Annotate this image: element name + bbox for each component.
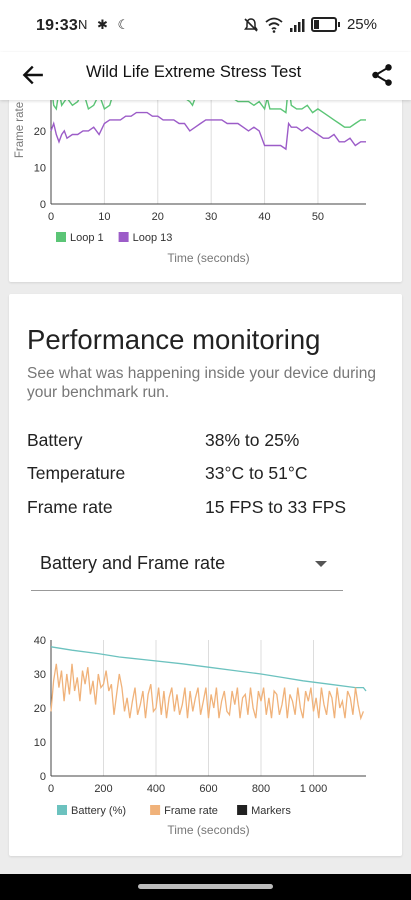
- stat-row-temperature: Temperature 33°C to 51°C: [27, 463, 308, 484]
- x-tick-label: 0: [48, 783, 54, 795]
- battery-percent: 25%: [346, 16, 377, 33]
- dropdown-arrow-icon: [315, 561, 327, 567]
- legend-label: Loop 13: [133, 232, 173, 244]
- status-bar: 19:33 N ✱ ☾ 25%: [0, 0, 411, 52]
- x-tick-label: 400: [147, 783, 165, 795]
- series-line: [50, 111, 366, 151]
- chart-metric-dropdown[interactable]: Battery and Frame rate: [31, 544, 343, 591]
- loop-frame-rate-chart: 0 10 20 30 40 50 0 10 20 Frame rate Loop 1 Loop 13 T…: [14, 96, 366, 265]
- stat-row-battery: Battery 38% to 25%: [27, 430, 299, 451]
- home-gesture-bar[interactable]: [138, 884, 273, 889]
- wifi-icon: [265, 17, 283, 33]
- stat-value: 15 FPS to 33 FPS: [205, 497, 347, 517]
- x-tick-label: 30: [205, 211, 217, 223]
- section-title: Performance monitoring: [27, 324, 321, 355]
- legend-swatch: [118, 232, 129, 242]
- x-axis-label: Time (seconds): [167, 823, 249, 837]
- status-right-icons: 25%: [243, 16, 377, 33]
- app-bar: Wild Life Extreme Stress Test: [0, 52, 411, 100]
- status-notification-icons: N ✱ ☾: [78, 17, 133, 32]
- system-nav-bar: [0, 874, 411, 900]
- x-tick-label: 200: [94, 783, 112, 795]
- section-description: See what was happening inside your devic…: [27, 365, 376, 401]
- legend-label: Battery (%): [71, 805, 126, 817]
- page-title: Wild Life Extreme Stress Test: [86, 63, 302, 81]
- series-line: [50, 663, 365, 721]
- y-tick-label: 10: [34, 737, 46, 749]
- legend-swatch: [150, 805, 161, 815]
- dropdown-selected-value: Battery and Frame rate: [40, 553, 226, 573]
- x-tick-label: 50: [312, 211, 324, 223]
- y-tick-label: 40: [34, 635, 46, 647]
- legend-label: Loop 1: [70, 232, 104, 244]
- stat-label: Frame rate: [27, 497, 113, 517]
- battery-icon: [310, 17, 340, 32]
- share-icon[interactable]: [369, 61, 395, 89]
- battery-frame-rate-chart: 0 200 400 600 800 1 000 0 10 20 30 40 Battery (%) Fr…: [34, 635, 367, 837]
- y-tick-label: 30: [34, 669, 46, 681]
- x-tick-label: 600: [199, 783, 217, 795]
- legend-label: Markers: [251, 805, 291, 817]
- legend-swatch: [57, 805, 67, 815]
- loop-chart-card: 0 10 20 30 40 50 0 10 20 Frame rate Loop 1 Loop 13 T…: [9, 96, 402, 282]
- stat-label: Battery: [27, 430, 83, 450]
- y-tick-label: 10: [34, 162, 46, 174]
- x-axis-label: Time (seconds): [167, 251, 249, 265]
- series-line: [51, 96, 366, 128]
- legend-swatch: [237, 805, 248, 815]
- x-tick-label: 1 000: [300, 783, 328, 795]
- x-tick-label: 40: [258, 211, 270, 223]
- stat-value: 38% to 25%: [205, 430, 300, 450]
- stat-label: Temperature: [27, 463, 126, 483]
- stat-row-frame-rate: Frame rate 15 FPS to 33 FPS: [27, 497, 346, 518]
- y-tick-label: 0: [40, 771, 46, 783]
- y-axis-label: Frame rate: [14, 102, 26, 158]
- performance-monitoring-card: Performance monitoring See what was happ…: [9, 294, 402, 856]
- signal-icon: [289, 18, 305, 32]
- back-arrow-icon[interactable]: [20, 62, 46, 88]
- y-tick-label: 20: [34, 126, 46, 138]
- legend-label: Frame rate: [164, 805, 218, 817]
- x-tick-label: 800: [252, 783, 270, 795]
- status-time: 19:33: [36, 17, 78, 34]
- x-tick-label: 20: [152, 211, 164, 223]
- y-tick-label: 20: [34, 703, 46, 715]
- bell-muted-icon: [243, 17, 258, 32]
- x-tick-label: 10: [98, 211, 110, 223]
- legend-swatch: [56, 232, 66, 242]
- y-tick-label: 0: [40, 199, 46, 211]
- stat-value: 33°C to 51°C: [205, 463, 308, 483]
- x-tick-label: 0: [48, 211, 54, 223]
